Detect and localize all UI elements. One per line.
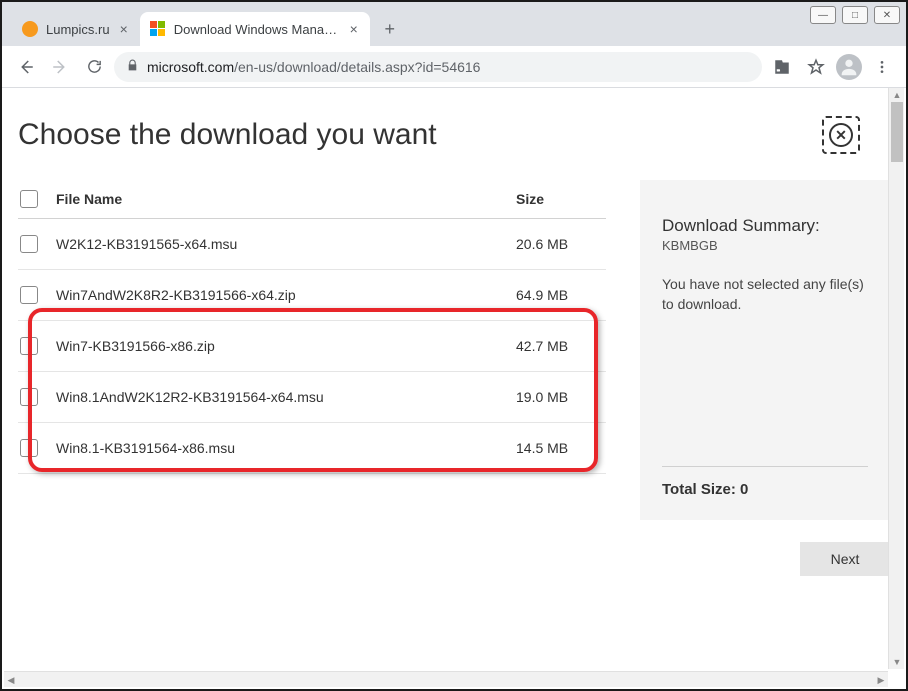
table-row: W2K12-KB3191565-x64.msu 20.6 MB [18, 219, 606, 270]
page-title: Choose the download you want [4, 118, 904, 180]
lumpics-favicon-icon [22, 21, 38, 37]
files-table: File Name Size W2K12-KB3191565-x64.msu 2… [18, 180, 606, 576]
tab-title: Lumpics.ru [46, 22, 110, 37]
window-minimize-button[interactable]: — [810, 6, 836, 24]
scroll-up-icon[interactable]: ▲ [889, 88, 905, 102]
file-checkbox[interactable] [20, 337, 38, 355]
table-header: File Name Size [18, 180, 606, 219]
menu-button[interactable] [868, 53, 896, 81]
window-maximize-button[interactable]: □ [842, 6, 868, 24]
table-row: Win7-KB3191566-x86.zip 42.7 MB [18, 321, 606, 372]
file-checkbox[interactable] [20, 439, 38, 457]
bookmark-button[interactable] [802, 53, 830, 81]
page-content: ✕ Choose the download you want File Name… [4, 88, 904, 687]
col-filename: File Name [56, 191, 516, 207]
file-name: Win7AndW2K8R2-KB3191566-x64.zip [56, 287, 516, 303]
window-close-button[interactable]: ✕ [874, 6, 900, 24]
toolbar: microsoft.com/en-us/download/details.asp… [2, 46, 906, 88]
summary-message: You have not selected any file(s) to dow… [662, 275, 868, 314]
tab-strip: Lumpics.ru × Download Windows Management… [2, 2, 906, 46]
kebab-icon [874, 59, 890, 75]
file-name: W2K12-KB3191565-x64.msu [56, 236, 516, 252]
select-all-checkbox[interactable] [20, 190, 38, 208]
translate-icon [773, 58, 791, 76]
tab-lumpics[interactable]: Lumpics.ru × [12, 12, 140, 46]
profile-button[interactable] [836, 54, 862, 80]
table-row: Win8.1-KB3191564-x86.msu 14.5 MB [18, 423, 606, 474]
forward-button[interactable] [46, 53, 74, 81]
file-checkbox[interactable] [20, 286, 38, 304]
back-button[interactable] [12, 53, 40, 81]
reload-button[interactable] [80, 53, 108, 81]
reload-icon [86, 58, 103, 75]
microsoft-favicon-icon [150, 21, 166, 37]
tab-download[interactable]: Download Windows Management × [140, 12, 370, 46]
lock-icon [126, 59, 139, 75]
file-size: 14.5 MB [516, 440, 606, 456]
star-icon [807, 58, 825, 76]
scroll-right-icon[interactable]: ▶ [874, 672, 888, 688]
tab-close-icon[interactable]: × [348, 21, 360, 37]
file-size: 19.0 MB [516, 389, 606, 405]
file-checkbox[interactable] [20, 388, 38, 406]
table-row: Win8.1AndW2K12R2-KB3191564-x64.msu 19.0 … [18, 372, 606, 423]
vertical-scrollbar[interactable]: ▲ ▼ [888, 88, 904, 669]
file-name: Win7-KB3191566-x86.zip [56, 338, 516, 354]
arrow-left-icon [17, 58, 35, 76]
file-size: 42.7 MB [516, 338, 606, 354]
download-summary: Download Summary: KBMBGB You have not se… [640, 180, 890, 520]
arrow-right-icon [51, 58, 69, 76]
col-size: Size [516, 191, 606, 207]
scroll-down-icon[interactable]: ▼ [889, 655, 905, 669]
file-checkbox[interactable] [20, 235, 38, 253]
translate-button[interactable] [768, 53, 796, 81]
file-name: Win8.1-KB3191564-x86.msu [56, 440, 516, 456]
summary-total: Total Size: 0 [662, 466, 868, 498]
horizontal-scrollbar[interactable]: ◀ ▶ [4, 671, 888, 687]
next-button[interactable]: Next [800, 542, 890, 576]
table-row: Win7AndW2K8R2-KB3191566-x64.zip 64.9 MB [18, 270, 606, 321]
file-size: 64.9 MB [516, 287, 606, 303]
summary-title: Download Summary: [662, 216, 868, 236]
tab-close-icon[interactable]: × [118, 21, 130, 37]
url-text: microsoft.com/en-us/download/details.asp… [147, 59, 480, 75]
scrollbar-thumb[interactable] [891, 102, 903, 162]
new-tab-button[interactable]: + [376, 15, 404, 43]
dialog-close-button[interactable]: ✕ [822, 116, 860, 154]
file-name: Win8.1AndW2K12R2-KB3191564-x64.msu [56, 389, 516, 405]
file-size: 20.6 MB [516, 236, 606, 252]
avatar-icon [838, 56, 860, 78]
close-icon: ✕ [829, 123, 853, 147]
tab-title: Download Windows Management [174, 22, 340, 37]
address-bar[interactable]: microsoft.com/en-us/download/details.asp… [114, 52, 762, 82]
scroll-left-icon[interactable]: ◀ [4, 672, 18, 688]
summary-subtitle: KBMBGB [662, 238, 868, 253]
